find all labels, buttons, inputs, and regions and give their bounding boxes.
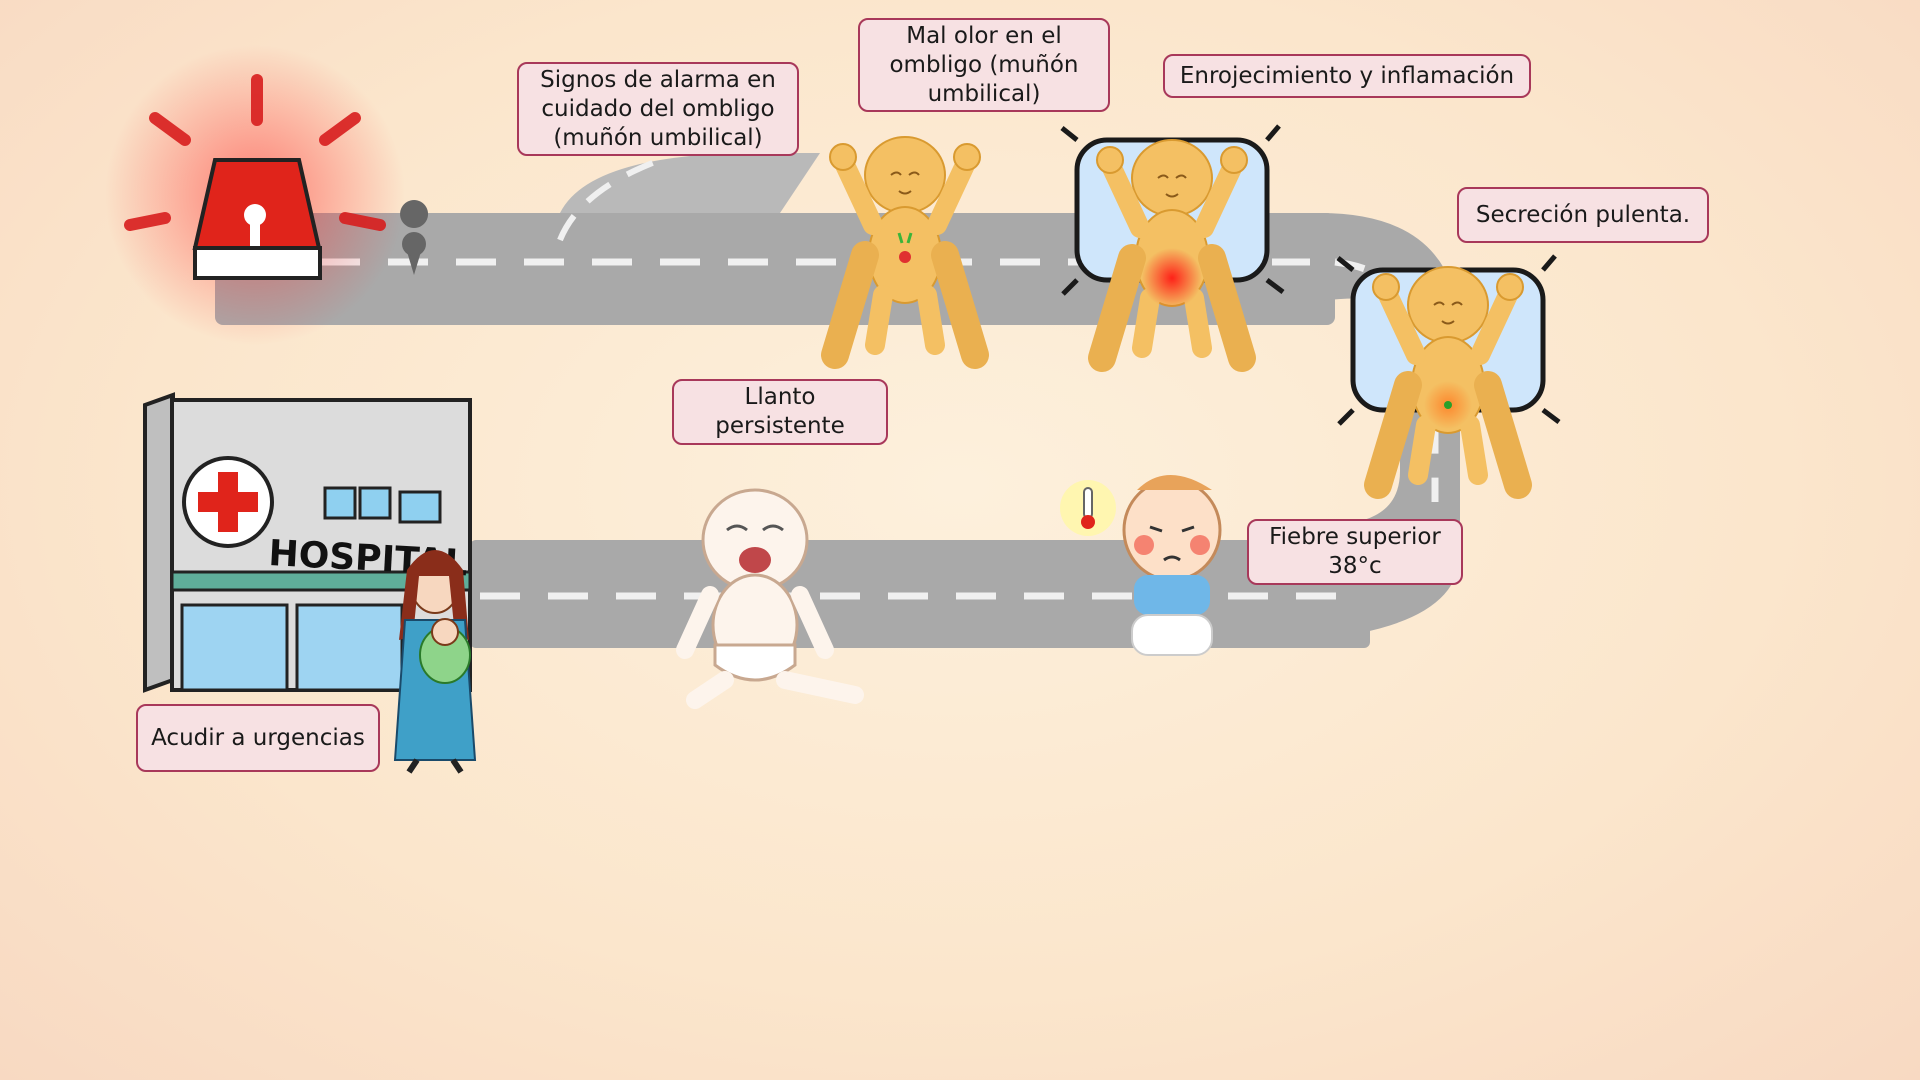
scene-illustration: HOSPITAL — [105, 45, 1920, 774]
title-label: Signos de alarma en cuidado del ombligo … — [517, 62, 799, 156]
alarm-siren-icon — [105, 45, 405, 345]
step-secrecion-label: Secreción pulenta. — [1457, 187, 1709, 243]
thermometer-icon — [1060, 480, 1116, 536]
mother-with-baby-icon — [393, 550, 477, 774]
step-mal-olor-text: Mal olor en el ombligo (muñón umbilical) — [889, 22, 1079, 107]
title-text: Signos de alarma en cuidado del ombligo … — [540, 66, 776, 151]
step-enrojecimiento-text: Enrojecimiento y inflamación — [1179, 62, 1515, 89]
step-urgencias-label: Acudir a urgencias — [136, 704, 380, 772]
step-llanto-label: Llanto persistente — [672, 379, 888, 445]
step-llanto-text: Llanto persistente — [715, 384, 845, 439]
step-fiebre-label: Fiebre superior 38°c — [1247, 519, 1463, 585]
feverish-baby-icon — [1122, 475, 1222, 656]
step-secrecion-text: Secreción pulenta. — [1475, 201, 1691, 228]
step-urgencias-text: Acudir a urgencias — [151, 724, 365, 751]
step-mal-olor-label: Mal olor en el ombligo (muñón umbilical) — [858, 18, 1110, 112]
step-enrojecimiento-label: Enrojecimiento y inflamación — [1163, 54, 1531, 98]
step-fiebre-text: Fiebre superior 38°c — [1269, 524, 1441, 579]
